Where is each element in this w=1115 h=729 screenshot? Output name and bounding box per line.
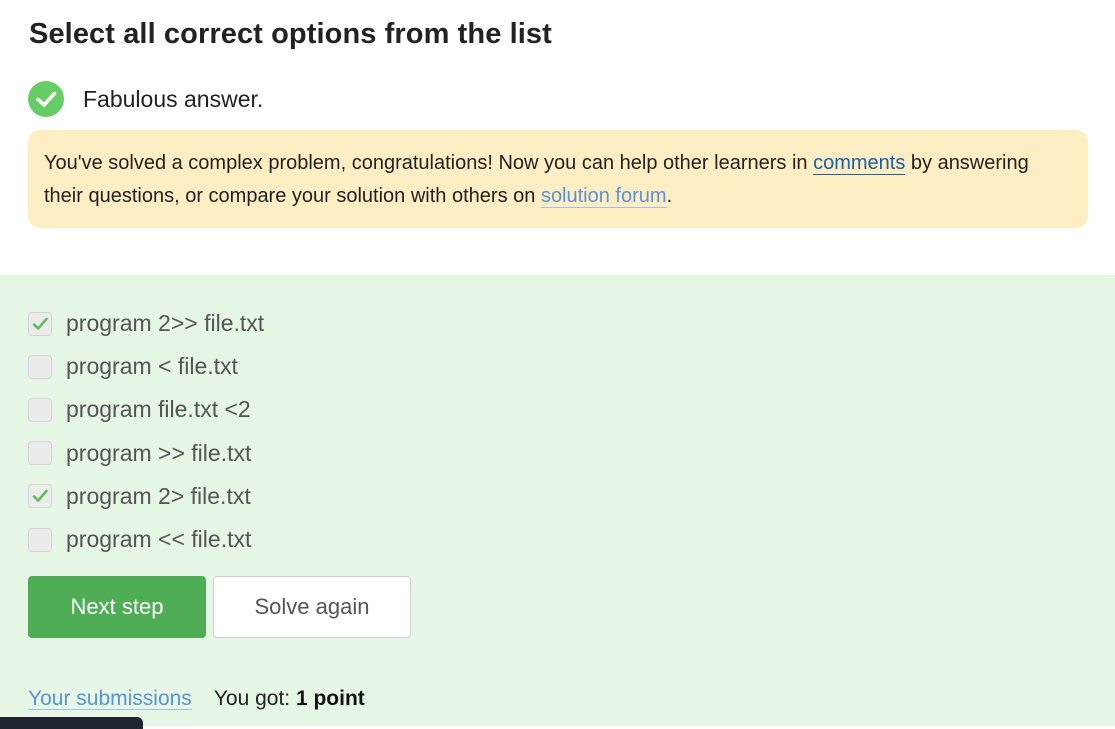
solve-again-button[interactable]: Solve again (213, 576, 411, 638)
checkbox-checked[interactable] (28, 311, 52, 336)
option-label: program << file.txt (66, 526, 252, 553)
checkbox-unchecked[interactable] (28, 441, 52, 466)
checkbox-unchecked[interactable] (28, 527, 52, 552)
checkbox-checked[interactable] (28, 484, 52, 509)
task-header: Select all correct options from the list… (0, 0, 1115, 275)
your-submissions-link[interactable]: Your submissions (28, 688, 192, 710)
submission-footer: Your submissions You got: 1 point (28, 687, 365, 711)
option-item[interactable]: program 2> file.txt (28, 475, 264, 518)
comments-link[interactable]: comments (813, 152, 906, 175)
checkmark-icon (32, 317, 48, 330)
score-prefix: You got: (213, 687, 296, 710)
success-notice: You've solved a complex problem, congrat… (28, 130, 1088, 228)
result-text: Fabulous answer. (83, 85, 264, 112)
overlay-bar (0, 717, 143, 729)
notice-text-1: You've solved a complex problem, congrat… (44, 152, 814, 174)
checkbox-unchecked[interactable] (28, 354, 52, 379)
checkmark-icon (32, 490, 48, 503)
option-label: program 2>> file.txt (66, 310, 265, 337)
notice-text-3: . (666, 185, 673, 207)
score-value: 1 point (295, 687, 365, 710)
result-status: Fabulous answer. (28, 81, 263, 117)
option-item[interactable]: program file.txt <2 (28, 388, 264, 431)
solution-forum-link[interactable]: solution forum (540, 185, 667, 208)
option-label: program >> file.txt (66, 439, 252, 466)
option-item[interactable]: program >> file.txt (28, 432, 264, 475)
checkbox-unchecked[interactable] (28, 397, 52, 422)
option-label: program 2> file.txt (66, 482, 251, 509)
option-label: program < file.txt (66, 353, 238, 380)
options-list: program 2>> file.txt program < file.txt … (28, 302, 264, 561)
page-title: Select all correct options from the list (29, 18, 552, 50)
next-step-button[interactable]: Next step (28, 576, 206, 638)
option-item[interactable]: program < file.txt (28, 345, 264, 388)
check-circle-icon (28, 81, 64, 117)
option-label: program file.txt <2 (66, 396, 251, 423)
option-item[interactable]: program 2>> file.txt (28, 302, 264, 345)
answer-area: program 2>> file.txt program < file.txt … (0, 275, 1115, 729)
score-text: You got: 1 point (214, 687, 365, 711)
option-item[interactable]: program << file.txt (28, 518, 264, 561)
